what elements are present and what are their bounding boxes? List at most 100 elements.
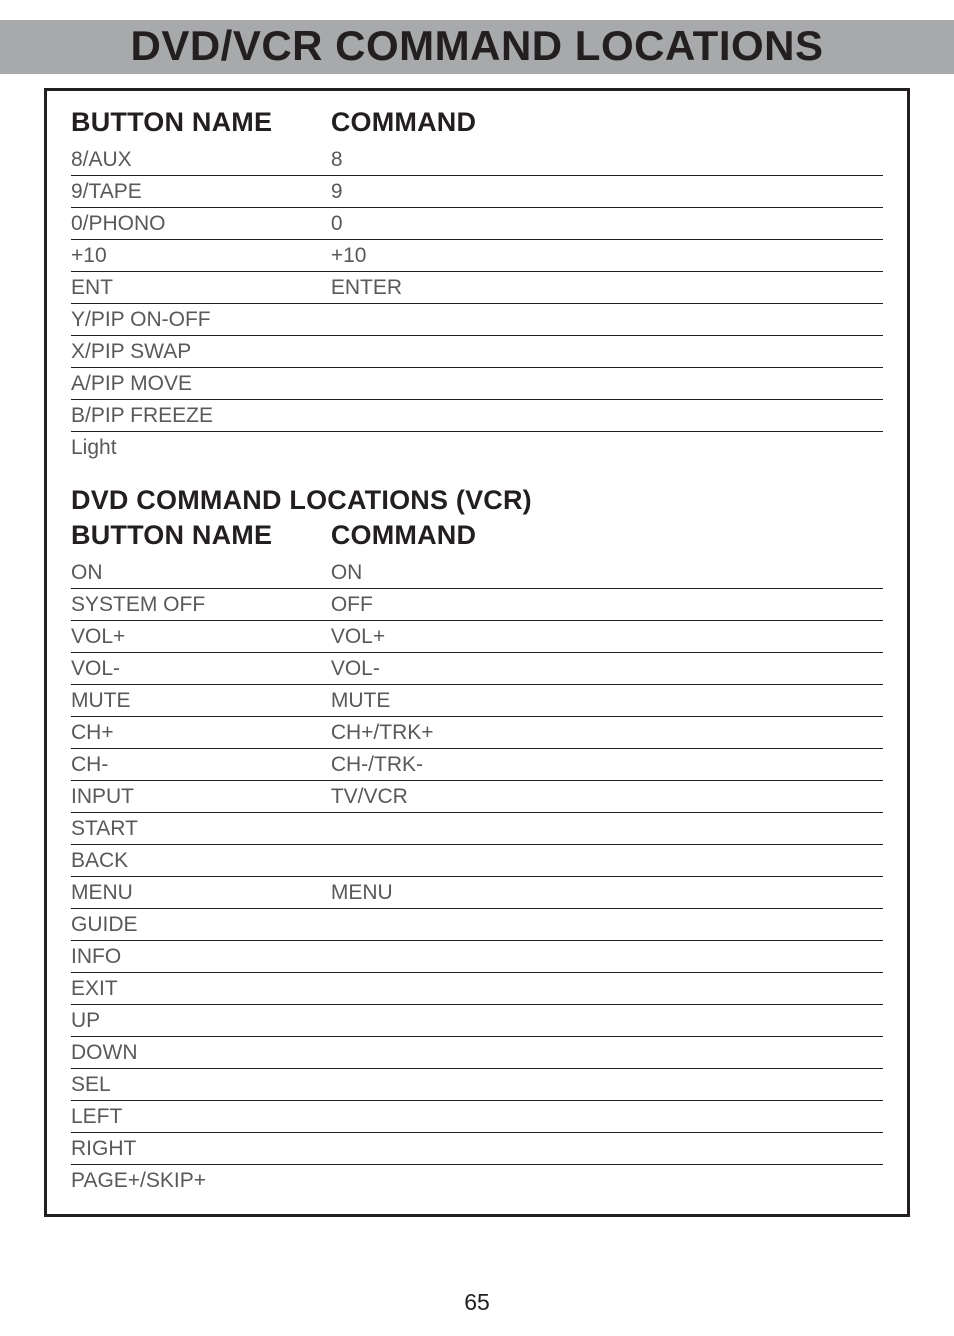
cell-button-name: SYSTEM OFF [71, 589, 331, 621]
table-header-row: BUTTON NAME COMMAND [71, 518, 883, 557]
table-row: +10+10 [71, 240, 883, 272]
cell-button-name: PAGE+/SKIP+ [71, 1165, 331, 1197]
section-heading-vcr: DVD COMMAND LOCATIONS (VCR) [71, 485, 883, 516]
cell-button-name: 0/PHONO [71, 208, 331, 240]
table-row: SEL [71, 1069, 883, 1101]
table-header-row: BUTTON NAME COMMAND [71, 105, 883, 144]
content-box: BUTTON NAME COMMAND 8/AUX89/TAPE90/PHONO… [44, 88, 910, 1217]
command-table-2: BUTTON NAME COMMAND ONONSYSTEM OFFOFFVOL… [71, 518, 883, 1196]
cell-button-name: MENU [71, 877, 331, 909]
cell-button-name: ON [71, 557, 331, 589]
table-row: SYSTEM OFFOFF [71, 589, 883, 621]
cell-button-name: CH+ [71, 717, 331, 749]
cell-button-name: Light [71, 432, 331, 464]
table-row: UP [71, 1005, 883, 1037]
cell-button-name: INFO [71, 941, 331, 973]
cell-button-name: VOL- [71, 653, 331, 685]
table-row: BACK [71, 845, 883, 877]
cell-command: OFF [331, 589, 883, 621]
header-command: COMMAND [331, 105, 883, 144]
page-title: DVD/VCR COMMAND LOCATIONS [0, 22, 954, 70]
cell-button-name: EXIT [71, 973, 331, 1005]
table-row: MUTEMUTE [71, 685, 883, 717]
cell-button-name: INPUT [71, 781, 331, 813]
table-row: START [71, 813, 883, 845]
table-row: DOWN [71, 1037, 883, 1069]
table-row: A/PIP MOVE [71, 368, 883, 400]
cell-command: 8 [331, 144, 883, 176]
cell-command [331, 941, 883, 973]
table-row: PAGE+/SKIP+ [71, 1165, 883, 1197]
table-row: ENTENTER [71, 272, 883, 304]
cell-command: CH+/TRK+ [331, 717, 883, 749]
cell-command: ENTER [331, 272, 883, 304]
cell-command: ON [331, 557, 883, 589]
cell-command: TV/VCR [331, 781, 883, 813]
cell-command [331, 368, 883, 400]
cell-command: MENU [331, 877, 883, 909]
cell-command [331, 1165, 883, 1197]
table-row: GUIDE [71, 909, 883, 941]
table-row: CH-CH-/TRK- [71, 749, 883, 781]
table-row: INPUTTV/VCR [71, 781, 883, 813]
cell-button-name: RIGHT [71, 1133, 331, 1165]
cell-button-name: A/PIP MOVE [71, 368, 331, 400]
page-number: 65 [0, 1289, 954, 1316]
table-row: Y/PIP ON-OFF [71, 304, 883, 336]
cell-command: MUTE [331, 685, 883, 717]
cell-button-name: B/PIP FREEZE [71, 400, 331, 432]
cell-command: VOL- [331, 653, 883, 685]
table-row: VOL+VOL+ [71, 621, 883, 653]
cell-button-name: DOWN [71, 1037, 331, 1069]
table-row: LEFT [71, 1101, 883, 1133]
header-button-name: BUTTON NAME [71, 518, 331, 557]
cell-button-name: VOL+ [71, 621, 331, 653]
cell-command [331, 909, 883, 941]
title-bar: DVD/VCR COMMAND LOCATIONS [0, 20, 954, 74]
table-row: B/PIP FREEZE [71, 400, 883, 432]
table-row: INFO [71, 941, 883, 973]
table-row: MENUMENU [71, 877, 883, 909]
cell-command [331, 304, 883, 336]
cell-command [331, 845, 883, 877]
cell-command [331, 1101, 883, 1133]
table-row: VOL-VOL- [71, 653, 883, 685]
cell-command [331, 400, 883, 432]
cell-button-name: GUIDE [71, 909, 331, 941]
table-row: ONON [71, 557, 883, 589]
cell-button-name: CH- [71, 749, 331, 781]
cell-command [331, 1133, 883, 1165]
cell-button-name: UP [71, 1005, 331, 1037]
cell-button-name: LEFT [71, 1101, 331, 1133]
cell-button-name: X/PIP SWAP [71, 336, 331, 368]
cell-command: 0 [331, 208, 883, 240]
table-row: 0/PHONO0 [71, 208, 883, 240]
command-table-1: BUTTON NAME COMMAND 8/AUX89/TAPE90/PHONO… [71, 105, 883, 463]
page-container: DVD/VCR COMMAND LOCATIONS BUTTON NAME CO… [0, 0, 954, 1336]
cell-command [331, 1005, 883, 1037]
table-row: 8/AUX8 [71, 144, 883, 176]
cell-button-name: START [71, 813, 331, 845]
cell-command: CH-/TRK- [331, 749, 883, 781]
table-row: EXIT [71, 973, 883, 1005]
cell-button-name: MUTE [71, 685, 331, 717]
cell-button-name: ENT [71, 272, 331, 304]
table-row: X/PIP SWAP [71, 336, 883, 368]
table-row: RIGHT [71, 1133, 883, 1165]
cell-command [331, 336, 883, 368]
cell-button-name: 8/AUX [71, 144, 331, 176]
header-command: COMMAND [331, 518, 883, 557]
header-button-name: BUTTON NAME [71, 105, 331, 144]
cell-command: VOL+ [331, 621, 883, 653]
cell-command [331, 1069, 883, 1101]
cell-command [331, 432, 883, 464]
cell-command [331, 813, 883, 845]
cell-command [331, 973, 883, 1005]
cell-button-name: SEL [71, 1069, 331, 1101]
cell-command: 9 [331, 176, 883, 208]
table-row: CH+CH+/TRK+ [71, 717, 883, 749]
cell-button-name: Y/PIP ON-OFF [71, 304, 331, 336]
cell-command: +10 [331, 240, 883, 272]
cell-button-name: 9/TAPE [71, 176, 331, 208]
cell-button-name: BACK [71, 845, 331, 877]
